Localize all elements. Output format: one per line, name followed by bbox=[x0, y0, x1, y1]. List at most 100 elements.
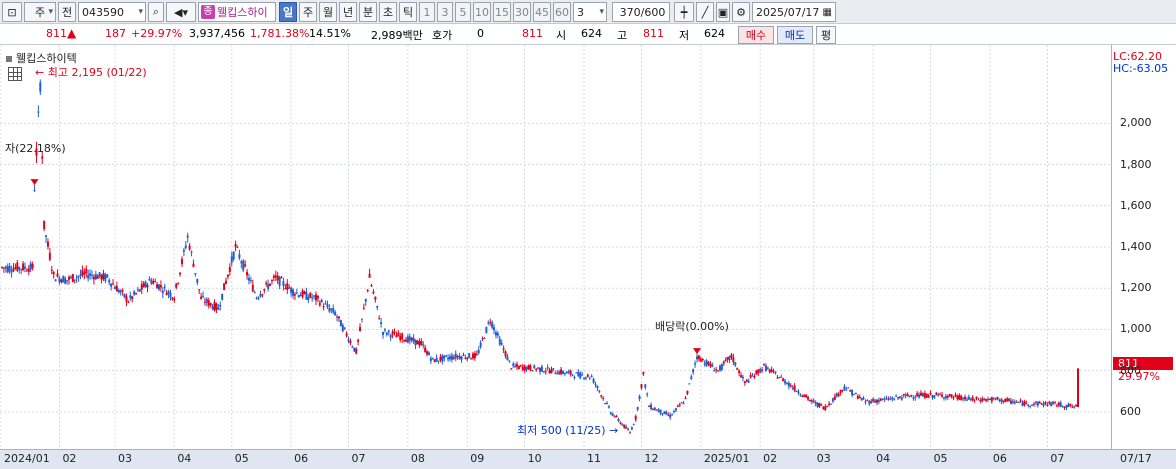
candle-up bbox=[519, 365, 522, 367]
candle-up bbox=[910, 395, 913, 397]
candle-down bbox=[590, 375, 593, 377]
candle-up bbox=[234, 244, 237, 247]
candle-down bbox=[493, 327, 496, 331]
average-button[interactable]: 평 bbox=[816, 26, 836, 44]
candle-up bbox=[837, 393, 840, 396]
candle-down bbox=[202, 295, 205, 297]
candle-down bbox=[868, 400, 871, 404]
minute-option-button[interactable]: 15 bbox=[493, 2, 511, 22]
candle-down bbox=[150, 280, 153, 284]
period-tick-button[interactable]: 틱 bbox=[399, 2, 417, 22]
table-view-icon[interactable] bbox=[8, 67, 22, 81]
candle-down bbox=[184, 245, 187, 249]
data-count-field[interactable]: 370/600 bbox=[612, 2, 670, 22]
minute-option-button[interactable]: 60 bbox=[553, 2, 571, 22]
candle-up bbox=[135, 293, 138, 295]
candle-up bbox=[722, 361, 725, 364]
candle-down bbox=[412, 337, 415, 342]
candle-up bbox=[807, 396, 810, 400]
calendar-icon: ▦ bbox=[822, 6, 832, 18]
candle-up bbox=[265, 282, 268, 285]
candle-up bbox=[357, 339, 360, 342]
candle-down bbox=[79, 274, 82, 276]
period-second-button[interactable]: 초 bbox=[379, 2, 397, 22]
candle-down bbox=[632, 424, 635, 426]
candle-down bbox=[406, 336, 409, 343]
candle-down bbox=[1000, 398, 1003, 402]
x-tick-label: 05 bbox=[933, 452, 948, 465]
y-tick-label: 600 bbox=[1120, 404, 1141, 418]
y-tick-label: 1,600 bbox=[1120, 198, 1152, 212]
candle-up bbox=[985, 399, 988, 401]
candle-down bbox=[967, 396, 970, 400]
candle-up bbox=[127, 301, 130, 303]
prev-stock-button[interactable]: 전 bbox=[58, 2, 76, 22]
candle-up bbox=[510, 368, 513, 370]
period-week-button[interactable]: 주 bbox=[299, 2, 317, 22]
candle-up bbox=[395, 335, 398, 338]
candle-down bbox=[427, 352, 430, 356]
stock-name-field[interactable]: 종 웰킵스하이 bbox=[198, 2, 276, 22]
candle-down bbox=[450, 355, 453, 360]
candle-down bbox=[688, 383, 691, 385]
date-picker[interactable]: 2025/07/17 ▦ bbox=[752, 2, 836, 22]
minute-option-button[interactable]: 30 bbox=[513, 2, 531, 22]
candle-down bbox=[90, 274, 93, 276]
candle-type-icon[interactable]: ┿ bbox=[674, 2, 694, 22]
buy-button[interactable]: 매수 bbox=[738, 26, 774, 44]
unit-select[interactable]: 3 bbox=[573, 2, 607, 22]
hoga-price: 811 bbox=[522, 27, 543, 40]
capital-marker bbox=[30, 179, 39, 186]
period-label: 분 bbox=[362, 6, 374, 19]
line-tool-icon[interactable]: ╱ bbox=[696, 2, 714, 22]
window-layout-icon[interactable]: ⊡ bbox=[2, 2, 22, 22]
candle-up bbox=[535, 369, 538, 371]
candle-up bbox=[284, 288, 287, 290]
candle-down bbox=[33, 190, 36, 192]
search-icon[interactable]: ⌕ bbox=[148, 2, 164, 22]
chart-type-select[interactable]: 주 bbox=[24, 2, 56, 22]
candle-down bbox=[992, 397, 995, 399]
candle-up bbox=[426, 351, 429, 355]
sell-button[interactable]: 매도 bbox=[777, 26, 813, 44]
candle-down bbox=[512, 363, 515, 366]
minute-option-button[interactable]: 3 bbox=[437, 2, 453, 22]
candle-up bbox=[146, 284, 149, 288]
minute-option-button[interactable]: 45 bbox=[533, 2, 551, 22]
minute-option-button[interactable]: 5 bbox=[455, 2, 471, 22]
period-label: 년 bbox=[342, 6, 354, 19]
candle-up bbox=[475, 353, 478, 355]
period-day-button[interactable]: 일 bbox=[279, 2, 297, 22]
candle-up bbox=[48, 252, 51, 260]
annotation-low-text: 최저 500 (11/25) bbox=[517, 424, 606, 437]
annotation-dividend: 배당락(0.00%) bbox=[655, 320, 729, 333]
period-year-button[interactable]: 년 bbox=[339, 2, 357, 22]
high-value: 811 bbox=[643, 27, 664, 40]
price-chart[interactable] bbox=[0, 45, 1111, 449]
minute-label: 5 bbox=[459, 5, 467, 19]
candle-up bbox=[213, 302, 216, 311]
candle-up bbox=[159, 285, 162, 288]
candle-up bbox=[314, 294, 317, 301]
candle-up bbox=[707, 362, 710, 365]
candle-down bbox=[382, 332, 385, 336]
candle-down bbox=[429, 358, 432, 362]
stock-code-value: 043590 bbox=[82, 5, 124, 19]
candle-down bbox=[230, 256, 233, 263]
candle-up bbox=[1008, 398, 1011, 401]
gear-icon[interactable]: ⚙ bbox=[732, 2, 750, 22]
save-icon[interactable]: ▣ bbox=[716, 2, 730, 22]
candle-down bbox=[454, 353, 457, 359]
candle-down bbox=[98, 272, 101, 277]
candle-up bbox=[504, 351, 507, 357]
stock-code-input[interactable]: 043590 bbox=[78, 2, 146, 22]
candle-up bbox=[717, 370, 720, 372]
sound-icon[interactable]: ◀▾ bbox=[166, 2, 196, 22]
period-minute-button[interactable]: 분 bbox=[359, 2, 377, 22]
minute-option-button[interactable]: 1 bbox=[419, 2, 435, 22]
candle-up bbox=[359, 326, 362, 332]
candle-up bbox=[958, 395, 961, 400]
candle-up bbox=[1046, 404, 1049, 406]
minute-option-button[interactable]: 10 bbox=[473, 2, 491, 22]
period-month-button[interactable]: 월 bbox=[319, 2, 337, 22]
